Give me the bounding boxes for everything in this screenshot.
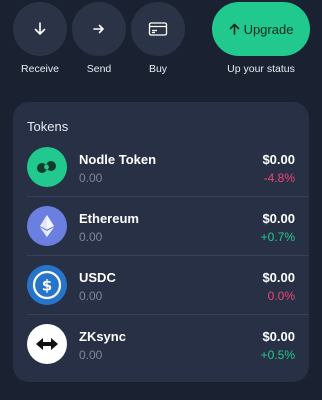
receive-button[interactable]: Receive — [13, 2, 67, 75]
token-row-nodle[interactable]: Nodle Token 0.00 $0.00 -4.8% — [13, 138, 309, 197]
token-balance: 0.00 — [79, 348, 103, 362]
receive-circle[interactable] — [13, 2, 67, 56]
buy-button[interactable]: Buy — [131, 2, 185, 75]
ethereum-icon — [27, 206, 67, 246]
token-balance: 0.00 — [79, 230, 103, 244]
token-value: $0.00 — [262, 329, 295, 344]
send-circle[interactable] — [72, 2, 126, 56]
token-value: $0.00 — [262, 270, 295, 285]
token-change: -4.8% — [263, 171, 295, 185]
token-value: $0.00 — [262, 152, 295, 167]
tokens-card: Tokens Nodle Token 0.00 $0.00 -4.8% Ethe… — [13, 102, 309, 382]
token-name: Nodle Token — [79, 152, 157, 167]
token-change: 0.0% — [267, 289, 295, 303]
upgrade-button-label: Upgrade — [243, 21, 294, 37]
wallet-screen: Receive Send Buy Upgrade Up your status … — [0, 0, 322, 400]
zksync-icon — [27, 324, 67, 364]
token-name: USDC — [79, 270, 116, 285]
nodle-icon — [27, 147, 67, 187]
arrow-down-icon — [34, 22, 46, 35]
token-change: +0.7% — [260, 230, 295, 244]
arrow-right-icon — [93, 24, 104, 34]
upgrade-group: Upgrade Up your status — [212, 2, 310, 75]
token-balance: 0.00 — [79, 171, 103, 185]
arrow-up-icon — [229, 23, 240, 35]
send-label: Send — [86, 63, 112, 75]
buy-label: Buy — [148, 63, 168, 75]
svg-text:$: $ — [42, 277, 52, 295]
send-button[interactable]: Send — [72, 2, 126, 75]
action-row: Receive Send Buy Upgrade Up your status — [0, 0, 322, 90]
token-row-zksync[interactable]: ZKsync 0.00 $0.00 +0.5% — [13, 315, 309, 374]
token-name: ZKsync — [79, 329, 126, 344]
token-name: Ethereum — [79, 211, 139, 226]
receive-label: Receive — [21, 63, 59, 75]
card-icon — [148, 22, 168, 36]
upgrade-button[interactable]: Upgrade — [212, 2, 310, 56]
buy-circle[interactable] — [131, 2, 185, 56]
token-row-ethereum[interactable]: Ethereum 0.00 $0.00 +0.7% — [13, 197, 309, 256]
upgrade-caption: Up your status — [227, 63, 295, 75]
token-balance: 0.00 — [79, 289, 103, 303]
token-row-usdc[interactable]: $ USDC 0.00 $0.00 0.0% — [13, 256, 309, 315]
tokens-title: Tokens — [27, 119, 69, 134]
token-change: +0.5% — [260, 348, 295, 362]
usdc-icon: $ — [27, 265, 67, 305]
token-value: $0.00 — [262, 211, 295, 226]
